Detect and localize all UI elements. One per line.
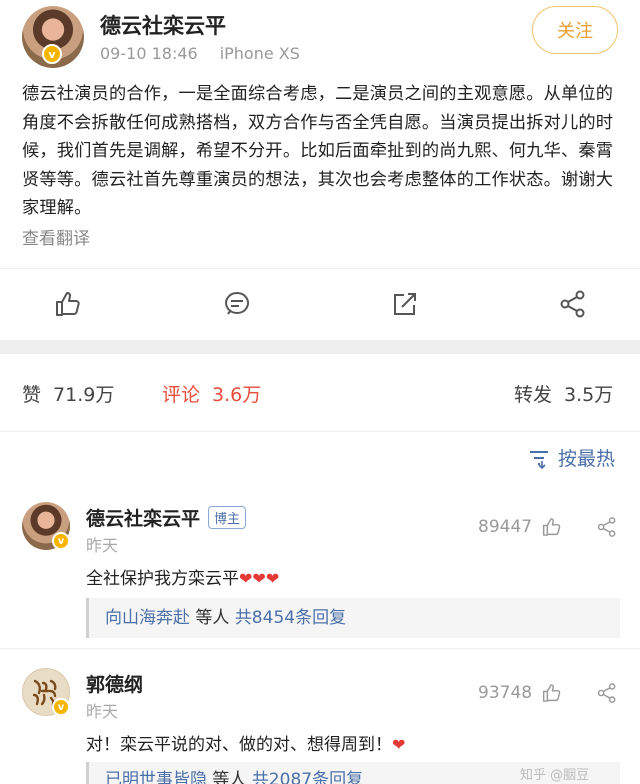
reposts-label: 转发: [514, 384, 553, 406]
like-icon: [543, 518, 561, 536]
reposts-count: 3.5万: [564, 384, 614, 406]
comments-label: 评论: [162, 384, 201, 406]
section-separator: [0, 340, 640, 354]
like-icon[interactable]: [52, 289, 82, 319]
comments-count: 3.6万: [212, 384, 262, 406]
commenter-name[interactable]: 德云社栾云平: [86, 504, 200, 531]
heart-emoji: ❤❤❤: [239, 569, 280, 588]
comment-divider: [0, 648, 640, 649]
verified-badge-icon: v: [52, 532, 70, 550]
reposts-tab[interactable]: 转发 3.5万: [514, 380, 613, 407]
comment-text: 全社保护我方栾云平❤❤❤: [86, 564, 279, 589]
repost-icon[interactable]: [390, 289, 420, 319]
reply-user-link[interactable]: 已明世事皆隐: [105, 770, 207, 784]
comment-like-count: 93748: [478, 683, 533, 703]
likes-label: 赞: [22, 384, 42, 406]
heart-emoji: ❤: [392, 735, 406, 754]
comment-time: 昨天: [86, 702, 119, 721]
translate-link[interactable]: 查看翻译: [22, 224, 90, 249]
comment-like-button[interactable]: 89447: [478, 516, 562, 538]
reply-count-link[interactable]: 共2087条回复: [252, 770, 363, 784]
likes-tab[interactable]: 赞 71.9万: [22, 380, 114, 407]
post-text: 德云社演员的合作，一是全面综合考虑，二是演员之间的主观意愿。从单位的角度不会拆散…: [22, 84, 614, 218]
comments-tab[interactable]: 评论 3.6万: [162, 380, 261, 407]
watermark: 知乎 @胭豆: [520, 768, 590, 783]
comment-body: 全社保护我方栾云平: [86, 569, 239, 589]
sort-icon: [530, 450, 548, 469]
reply-mid-text: 等人: [190, 608, 235, 628]
reply-mid-text: 等人: [207, 770, 252, 784]
share-icon[interactable]: [558, 289, 588, 319]
verified-badge-icon: v: [42, 44, 62, 64]
reply-summary[interactable]: 向山海奔赴 等人 共8454条回复: [86, 598, 620, 638]
verified-badge-icon: v: [52, 698, 70, 716]
share-icon[interactable]: [596, 682, 618, 704]
weibo-post: v 德云社栾云平 09-10 18:46 iPhone XS 关注 德云社演员的合…: [0, 0, 640, 340]
share-icon[interactable]: [596, 516, 618, 538]
commenter-name[interactable]: 郭德纲: [86, 670, 143, 697]
reply-count-link[interactable]: 共8454条回复: [235, 608, 346, 628]
author-badge: 博主: [208, 506, 247, 529]
comment-like-button[interactable]: 93748: [478, 682, 562, 704]
sort-toggle[interactable]: 按最热: [528, 444, 615, 471]
post-time: 09-10 18:46: [100, 44, 198, 63]
comment-icon[interactable]: [222, 289, 252, 319]
author-name[interactable]: 德云社栾云平: [100, 10, 226, 40]
reply-user-link[interactable]: 向山海奔赴: [105, 608, 190, 628]
comment-time: 昨天: [86, 536, 119, 555]
stats-bar: 赞 71.9万 评论 3.6万 转发 3.5万: [0, 354, 640, 432]
post-device: iPhone XS: [219, 44, 300, 63]
post-meta: 09-10 18:46 iPhone XS: [100, 44, 300, 63]
comment-body: 对！栾云平说的对、做的对、想得周到！: [86, 735, 392, 755]
comment-text: 对！栾云平说的对、做的对、想得周到！❤: [86, 730, 405, 755]
comment-like-count: 89447: [478, 517, 533, 537]
like-icon: [543, 684, 561, 702]
comment-item: v 德云社栾云平 博主 昨天 89447 全社保护我方栾云平❤❤❤ 向山海奔赴 …: [0, 502, 640, 642]
commenter-name-row: 郭德纲: [86, 670, 143, 697]
sort-label: 按最热: [558, 448, 616, 470]
action-bar: [0, 268, 640, 340]
commenter-name-row: 德云社栾云平 博主: [86, 504, 247, 531]
follow-button[interactable]: 关注: [532, 6, 618, 54]
likes-count: 71.9万: [53, 384, 115, 406]
